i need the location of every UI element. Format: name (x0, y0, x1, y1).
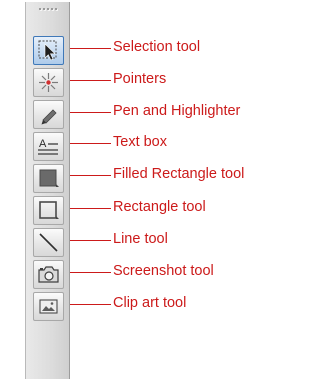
clip-art-tool-button[interactable] (33, 292, 64, 321)
filled-rectangle-tool-label: Filled Rectangle tool (113, 166, 245, 182)
rectangle-tool-button[interactable] (33, 196, 64, 225)
clip-art-tool-label: Clip art tool (113, 295, 187, 311)
selection-tool-label: Selection tool (113, 39, 201, 55)
pointers-connector-line (70, 80, 111, 81)
pen-icon (41, 109, 57, 125)
svg-text:A: A (39, 138, 47, 150)
pointer-burst-icon (39, 73, 58, 92)
line-connector-line (70, 240, 111, 241)
selection-connector-line (70, 48, 111, 49)
annotation-toolbar: A (25, 2, 70, 379)
text-box-label: Text box (113, 134, 167, 150)
screenshot-tool-button[interactable] (33, 260, 64, 289)
screenshot-tool-label: Screenshot tool (113, 263, 214, 279)
rectangle-connector-line (70, 208, 111, 209)
clip-art-connector-line (70, 304, 111, 305)
filled-rectangle-icon (39, 169, 59, 187)
rectangle-tool-label: Rectangle tool (113, 199, 206, 215)
text-box-icon: A (38, 138, 58, 155)
filled-rectangle-tool-button[interactable] (33, 164, 64, 193)
clip-art-icon (39, 299, 58, 314)
line-icon (39, 233, 58, 252)
line-tool-button[interactable] (33, 228, 64, 257)
pen-and-highlighter-label: Pen and Highlighter (113, 103, 241, 119)
line-tool-label: Line tool (113, 231, 168, 247)
text-box-tool-button[interactable]: A (33, 132, 64, 161)
camera-icon (38, 266, 59, 283)
toolbar-grip[interactable] (37, 6, 59, 12)
selection-arrow-icon (38, 40, 57, 61)
pointers-tool-button[interactable] (33, 68, 64, 97)
filled-rectangle-connector-line (70, 175, 111, 176)
selection-tool-button[interactable] (33, 36, 64, 65)
pen-tool-button[interactable] (33, 100, 64, 129)
pen-connector-line (70, 112, 111, 113)
screenshot-connector-line (70, 272, 111, 273)
pointers-label: Pointers (113, 71, 167, 87)
text-box-connector-line (70, 143, 111, 144)
rectangle-outline-icon (39, 201, 59, 219)
